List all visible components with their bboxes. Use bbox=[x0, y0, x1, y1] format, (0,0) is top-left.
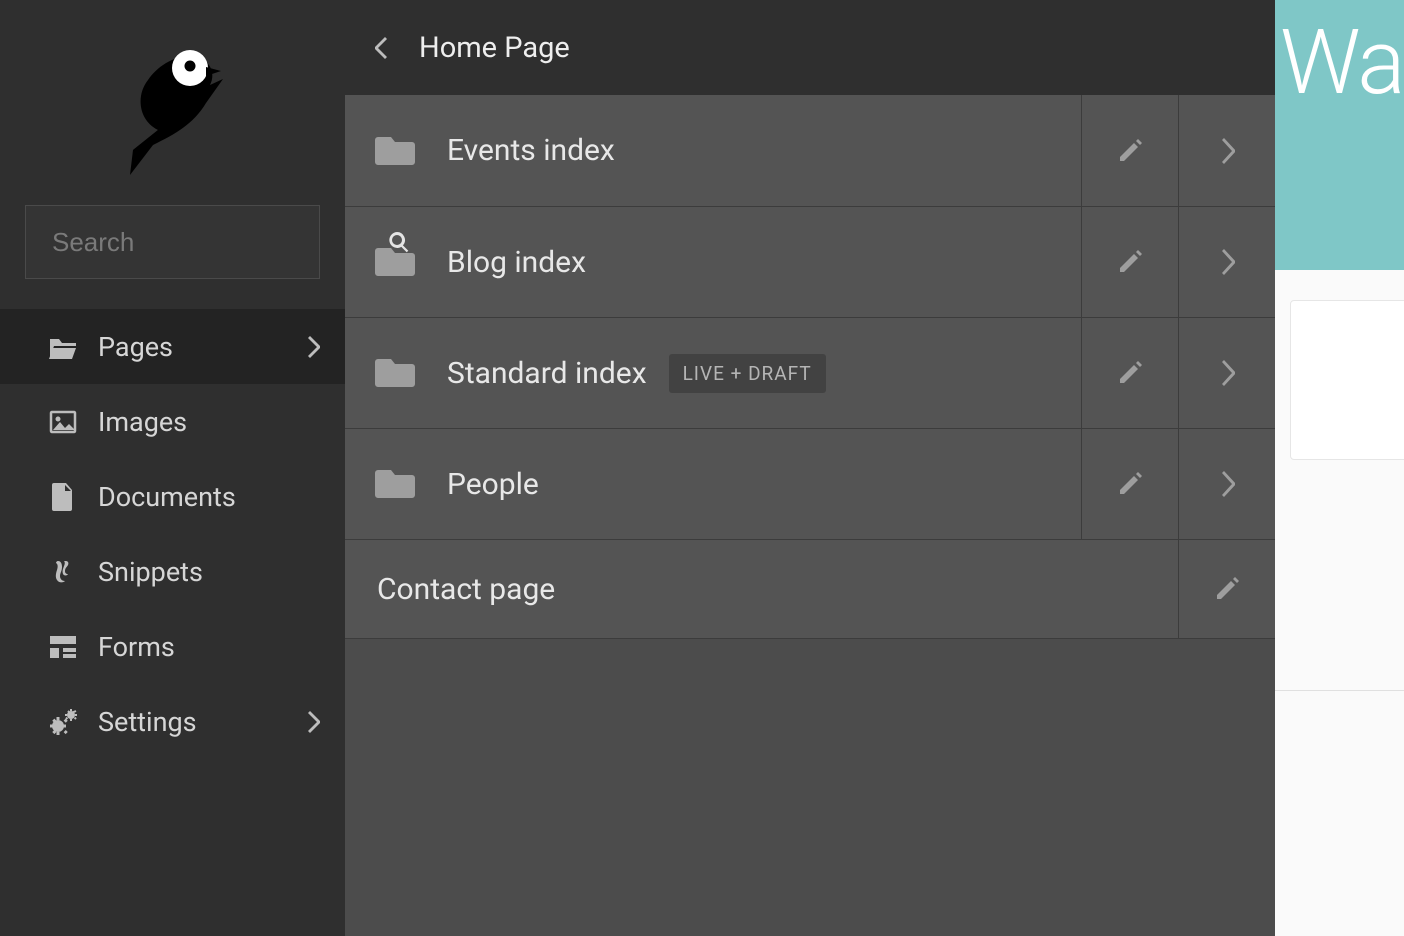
image-icon bbox=[48, 410, 78, 434]
drill-down-button[interactable] bbox=[1178, 207, 1275, 317]
pencil-icon bbox=[1117, 360, 1143, 386]
nav-item-label: Settings bbox=[98, 706, 306, 738]
status-badge: LIVE + DRAFT bbox=[669, 354, 826, 393]
pencil-icon bbox=[1214, 576, 1240, 602]
nav-item-forms[interactable]: Forms bbox=[0, 609, 345, 684]
logo-container bbox=[0, 0, 345, 205]
wagtail-logo bbox=[118, 35, 228, 175]
explorer-row-main[interactable]: Standard index LIVE + DRAFT bbox=[345, 318, 1081, 428]
explorer-row-main[interactable]: Events index bbox=[345, 95, 1081, 206]
nav-item-snippets[interactable]: Snippets bbox=[0, 534, 345, 609]
explorer-row-title: People bbox=[447, 467, 539, 502]
folder-icon bbox=[375, 134, 417, 168]
drill-down-button[interactable] bbox=[1178, 318, 1275, 428]
snippets-icon bbox=[48, 559, 78, 585]
search-box[interactable] bbox=[25, 205, 320, 279]
drill-down-button[interactable] bbox=[1178, 95, 1275, 206]
nav-item-label: Documents bbox=[98, 481, 320, 513]
search-icon[interactable] bbox=[387, 230, 411, 254]
explorer-row-main[interactable]: Blog index bbox=[345, 207, 1081, 317]
edit-page-button[interactable] bbox=[1081, 207, 1178, 317]
admin-sidebar: Pages Images Documents Snippets Forms bbox=[0, 0, 345, 936]
folder-open-icon bbox=[48, 335, 78, 359]
page-divider-background bbox=[1275, 690, 1404, 691]
cogs-icon bbox=[48, 708, 78, 736]
explorer-row-main[interactable]: Contact page bbox=[345, 540, 1178, 638]
nav-item-settings[interactable]: Settings bbox=[0, 684, 345, 759]
nav-item-pages[interactable]: Pages bbox=[0, 309, 345, 384]
explorer-row-title: Contact page bbox=[377, 572, 555, 607]
explorer-row-main[interactable]: People bbox=[345, 429, 1081, 539]
chevron-left-icon bbox=[375, 37, 389, 59]
pencil-icon bbox=[1117, 471, 1143, 497]
page-explorer-panel: Home Page Events index Blog index Standard… bbox=[345, 0, 1275, 936]
folder-icon bbox=[375, 356, 417, 390]
chevron-right-icon bbox=[306, 336, 320, 358]
page-hero-title-fragment: Wa bbox=[1280, 10, 1404, 115]
page-sidebar-card-background bbox=[1290, 300, 1404, 460]
explorer-row-title: Events index bbox=[447, 133, 615, 168]
chevron-right-icon bbox=[306, 711, 320, 733]
explorer-row-title: Standard index bbox=[447, 356, 647, 391]
explorer-parent-title: Home Page bbox=[419, 31, 570, 65]
explorer-row: Blog index bbox=[345, 206, 1275, 317]
nav-item-label: Images bbox=[98, 406, 320, 438]
explorer-back-button[interactable] bbox=[375, 37, 409, 59]
explorer-header[interactable]: Home Page bbox=[345, 0, 1275, 95]
nav-item-images[interactable]: Images bbox=[0, 384, 345, 459]
pencil-icon bbox=[1117, 138, 1143, 164]
explorer-row: People bbox=[345, 428, 1275, 539]
document-icon bbox=[48, 483, 78, 511]
nav-item-label: Forms bbox=[98, 631, 320, 663]
search-input[interactable] bbox=[52, 227, 387, 258]
nav-item-documents[interactable]: Documents bbox=[0, 459, 345, 534]
edit-page-button[interactable] bbox=[1081, 429, 1178, 539]
chevron-right-icon bbox=[1219, 360, 1235, 386]
edit-page-button[interactable] bbox=[1178, 540, 1275, 638]
chevron-right-icon bbox=[1219, 249, 1235, 275]
drill-down-button[interactable] bbox=[1178, 429, 1275, 539]
folder-icon bbox=[375, 467, 417, 501]
chevron-right-icon bbox=[1219, 471, 1235, 497]
edit-page-button[interactable] bbox=[1081, 318, 1178, 428]
nav-item-label: Snippets bbox=[98, 556, 320, 588]
explorer-row-title: Blog index bbox=[447, 245, 586, 280]
explorer-row: Contact page bbox=[345, 539, 1275, 639]
pencil-icon bbox=[1117, 249, 1143, 275]
explorer-row: Standard index LIVE + DRAFT bbox=[345, 317, 1275, 428]
edit-page-button[interactable] bbox=[1081, 95, 1178, 206]
chevron-right-icon bbox=[1219, 138, 1235, 164]
nav-item-label: Pages bbox=[98, 331, 306, 363]
forms-icon bbox=[48, 636, 78, 658]
explorer-row: Events index bbox=[345, 95, 1275, 206]
